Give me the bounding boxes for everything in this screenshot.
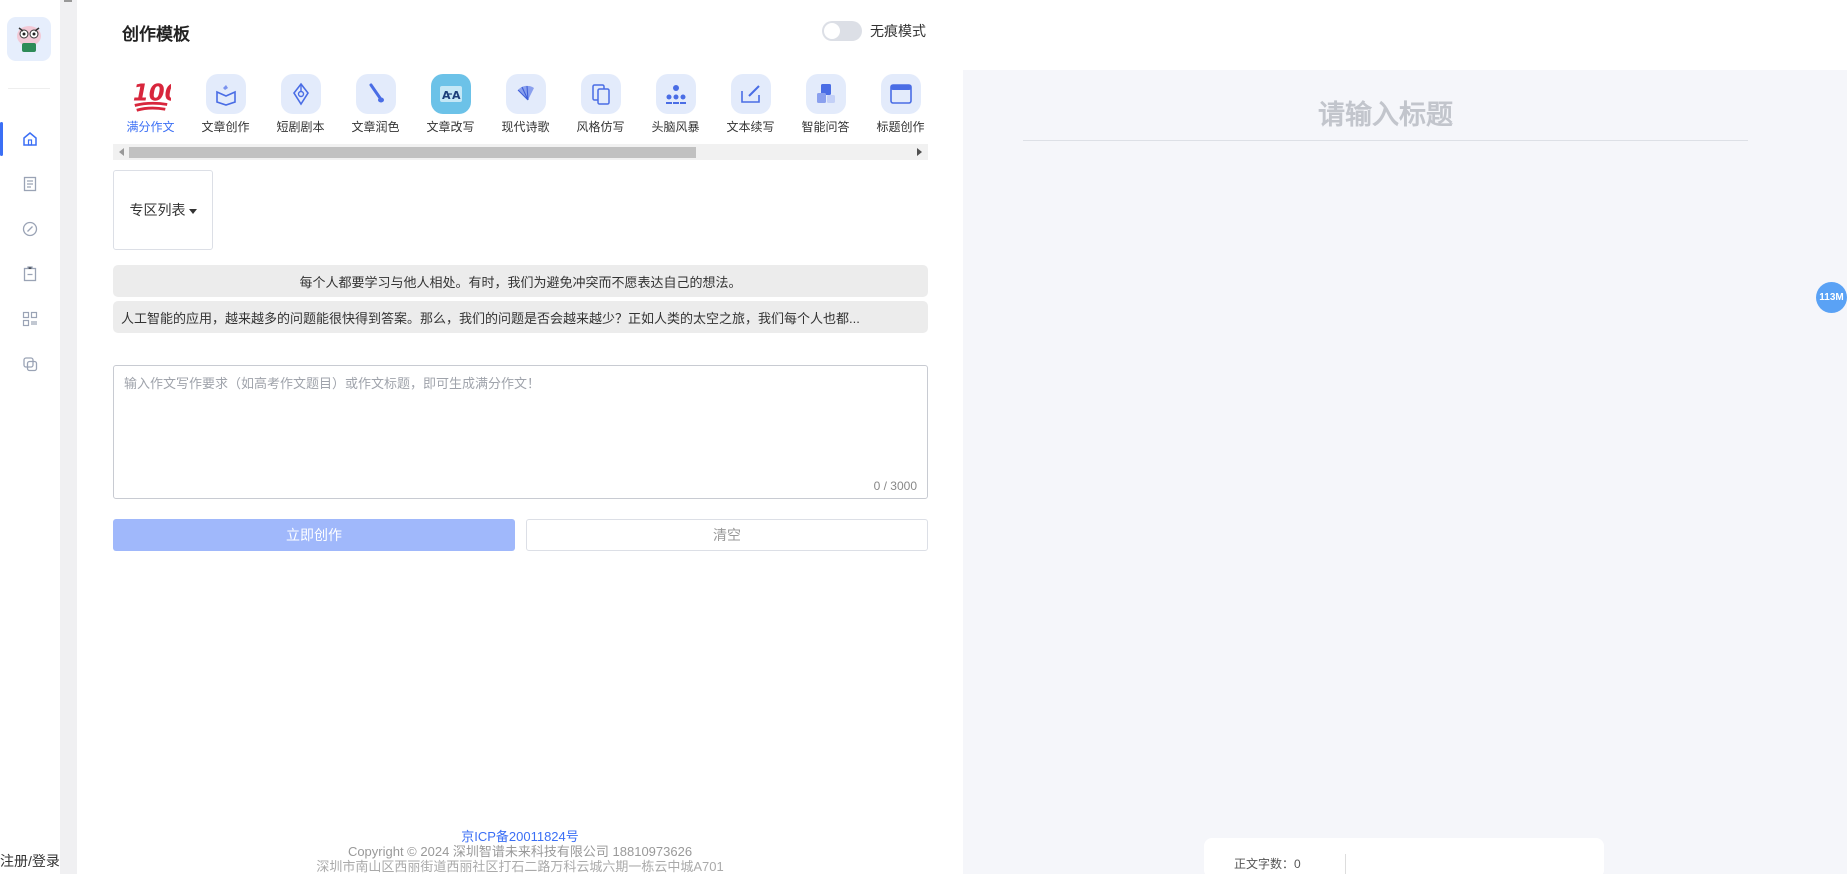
template-label: 文章改写	[426, 120, 475, 134]
essay-prompt-box: 0 / 3000	[113, 365, 928, 499]
paint-brush-icon	[355, 74, 396, 114]
word-count-bar: 正文字数：0	[1204, 838, 1604, 874]
zone-list-label: 专区列表	[129, 202, 186, 218]
sidebar-gutter	[60, 0, 77, 874]
nav-home[interactable]	[0, 122, 60, 156]
incognito-label: 无痕模式	[870, 23, 926, 39]
zone-list-dropdown[interactable]: 专区列表	[113, 170, 213, 250]
template-short-drama[interactable]: 短剧剧本	[263, 74, 338, 138]
template-list: 100 满分作文 文章创作 短剧剧本 文章润色 AA 文章改写	[113, 74, 928, 138]
icp-link[interactable]: 京ICP备20011824号	[77, 829, 963, 844]
logo-divider	[8, 88, 50, 89]
create-now-button[interactable]: 立即创作	[113, 519, 515, 551]
caret-down-icon	[188, 208, 197, 214]
nav-copy[interactable]	[0, 347, 60, 381]
login-register-link[interactable]: 注册/登录	[0, 851, 60, 871]
copy-pages-icon	[580, 74, 621, 114]
stat-divider	[1345, 854, 1346, 874]
char-counter: 0 / 3000	[873, 479, 917, 493]
copy-icon	[23, 357, 38, 372]
suggestion-item[interactable]: 人工智能的应用，越来越多的问题能很快得到答案。那么，我们的问题是否会越来越少？正…	[113, 301, 928, 333]
article-create-icon	[205, 74, 246, 114]
site-footer: 京ICP备20011824号 Copyright © 2024 深圳智谱未来科技…	[77, 829, 963, 874]
nav-documents[interactable]	[0, 167, 60, 201]
suggestion-item[interactable]: 每个人都要学习与他人相处。有时，我们为避免冲突而不愿表达自己的想法。	[113, 265, 928, 297]
translate-ab-icon: AA	[430, 74, 471, 114]
copyright-text: Copyright © 2024 深圳智谱未来科技有限公司 1881097362…	[347, 844, 693, 859]
template-article-create[interactable]: 文章创作	[188, 74, 263, 138]
template-label: 标题创作	[876, 120, 925, 134]
template-label: 风格仿写	[576, 120, 625, 134]
template-modern-poetry[interactable]: 现代诗歌	[488, 74, 563, 138]
template-style-imitation[interactable]: 风格仿写	[563, 74, 638, 138]
link-icon	[22, 221, 38, 237]
essay-prompt-input[interactable]	[114, 366, 927, 498]
incognito-switch[interactable]	[822, 21, 862, 41]
grid-apps-icon	[22, 311, 38, 327]
home-icon	[23, 132, 37, 146]
scroll-left-arrow-icon[interactable]	[119, 148, 124, 156]
template-label: 短剧剧本	[276, 120, 325, 134]
template-brainstorm[interactable]: 头脑风暴	[638, 74, 713, 138]
mascot-logo-icon	[17, 26, 41, 52]
browser-window-icon	[880, 74, 921, 114]
qa-cards-icon	[805, 74, 846, 114]
template-polish[interactable]: 文章润色	[338, 74, 413, 138]
template-rewrite[interactable]: AA 文章改写	[413, 74, 488, 138]
template-label: 头脑风暴	[651, 120, 700, 134]
app-logo[interactable]	[7, 17, 51, 61]
scroll-right-arrow-icon[interactable]	[917, 148, 922, 156]
template-title-create[interactable]: 标题创作	[863, 74, 928, 138]
preview-title[interactable]: 请输入标题	[1023, 93, 1748, 132]
template-perfect-essay[interactable]: 100 满分作文	[113, 74, 188, 138]
template-smart-qa[interactable]: 智能问答	[788, 74, 863, 138]
memory-badge[interactable]: 113M	[1816, 282, 1847, 313]
title-underline	[1023, 140, 1748, 141]
template-label: 文章创作	[201, 120, 250, 134]
edit-box-icon	[730, 74, 771, 114]
incognito-toggle[interactable]: 无痕模式	[822, 21, 926, 41]
app-root: 注册/登录 创作模板 无痕模式 100 满分作文 文章创作 短剧剧本	[0, 0, 1847, 874]
svg-text:A: A	[452, 89, 461, 102]
panel-title: 创作模板	[122, 25, 190, 44]
template-continue-writing[interactable]: 文本续写	[713, 74, 788, 138]
nav-clipboard[interactable]	[0, 257, 60, 291]
svg-text:A: A	[442, 89, 451, 102]
document-list-icon	[23, 176, 37, 192]
pen-nib-icon	[280, 74, 321, 114]
hundred-points-icon: 100	[131, 74, 171, 114]
template-scrollbar[interactable]	[113, 144, 928, 160]
scrollbar-thumb[interactable]	[129, 147, 696, 158]
template-label: 现代诗歌	[501, 120, 550, 134]
nav-links[interactable]	[0, 212, 60, 246]
template-label: 智能问答	[801, 120, 850, 134]
gutter-scroll-marker	[64, 0, 72, 2]
people-group-icon	[655, 74, 696, 114]
clear-button[interactable]: 清空	[526, 519, 928, 551]
word-count: 正文字数：0	[1234, 857, 1301, 871]
template-label: 文本续写	[726, 120, 775, 134]
preview-panel: 请输入标题 正文字数：0	[963, 70, 1847, 874]
clipboard-icon	[23, 266, 37, 282]
switch-knob	[824, 23, 840, 39]
nav-apps[interactable]	[0, 302, 60, 336]
template-label: 满分作文	[126, 120, 175, 134]
fan-icon	[505, 74, 546, 114]
template-label: 文章润色	[351, 120, 400, 134]
side-navigation: 注册/登录	[0, 0, 60, 874]
template-panel: 创作模板 无痕模式 100 满分作文 文章创作 短剧剧本 文章润色	[77, 0, 963, 874]
address-text: 深圳市南山区西丽街道西丽社区打石二路万科云城六期一栋云中城A701	[316, 859, 724, 874]
